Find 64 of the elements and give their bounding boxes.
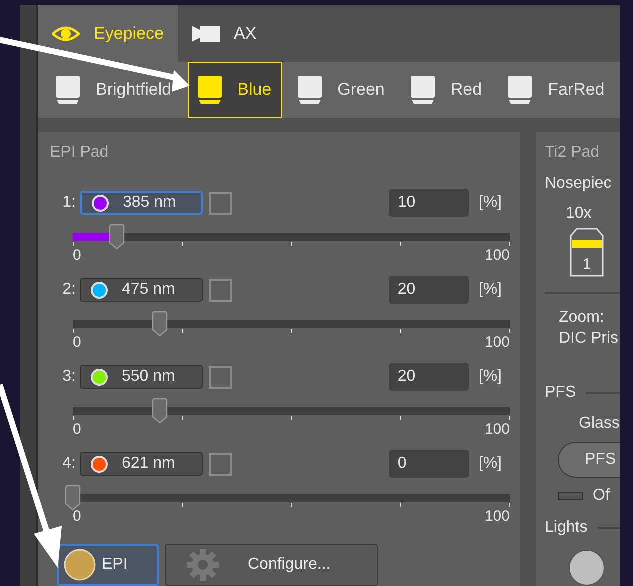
slider-thumb[interactable] <box>152 398 168 424</box>
filter-button[interactable]: FarRed <box>498 62 615 118</box>
zoom-label: Zoom: <box>559 308 606 328</box>
value-field[interactable]: 20 <box>388 363 469 391</box>
filter-cube-icon <box>410 76 435 104</box>
scale-label: 0 <box>73 422 82 438</box>
objective-position: 1 <box>582 255 592 275</box>
wavelength-button[interactable]: 550 nm <box>80 365 203 389</box>
lamp-button[interactable] <box>569 550 605 586</box>
panel-title: EPI Pad <box>50 143 110 163</box>
value-field[interactable]: 10 <box>388 189 469 217</box>
filter-cube-icon <box>298 76 322 104</box>
unit-label: [%] <box>478 454 502 474</box>
filter-button[interactable]: Blue <box>188 62 282 118</box>
gear-icon <box>186 548 220 582</box>
value-field[interactable]: 20 <box>388 276 469 304</box>
wavelength-button[interactable]: 475 nm <box>80 278 203 302</box>
wavelength-button[interactable]: 385 nm <box>80 191 203 215</box>
nosepiece-label: Nosepiec <box>545 174 613 194</box>
scale-label: 100 <box>484 335 510 351</box>
epi-button[interactable]: EPI <box>57 544 159 586</box>
scale-label: 100 <box>484 422 510 438</box>
filter-cube-icon <box>56 76 80 104</box>
section-label: PFS <box>545 382 576 403</box>
checkbox[interactable] <box>209 366 232 388</box>
configure-button[interactable]: Configure... <box>165 544 378 586</box>
filter-button[interactable]: Green <box>288 62 395 118</box>
checkbox[interactable] <box>209 278 232 302</box>
status-label: Of <box>593 486 610 506</box>
wavelength-button[interactable]: 621 nm <box>80 452 203 476</box>
scale-label: 100 <box>484 248 510 264</box>
channel-index: 1: <box>62 193 77 213</box>
value-field[interactable]: 0 <box>388 450 469 478</box>
checkbox[interactable] <box>209 452 232 476</box>
checkbox[interactable] <box>209 192 232 214</box>
slider-thumb[interactable] <box>152 311 168 337</box>
filter-cube-icon <box>508 76 532 104</box>
scale-label: 100 <box>484 509 510 525</box>
glass-label: Glass <box>579 414 620 434</box>
section-label: Lights <box>545 518 588 538</box>
eye-icon <box>52 24 80 44</box>
slider-thumb[interactable] <box>108 224 125 250</box>
unit-label: [%] <box>478 280 502 300</box>
scale-label: 0 <box>73 248 82 264</box>
channel-index: 3: <box>62 367 77 387</box>
filter-button[interactable]: Brightfield <box>46 62 182 118</box>
unit-label: [%] <box>478 367 502 387</box>
objective-label: 10x <box>566 204 593 224</box>
tab[interactable]: AX <box>178 5 271 62</box>
channel-index: 4: <box>62 454 77 474</box>
objective-turret-icon <box>570 228 604 277</box>
filter-button[interactable]: Red <box>400 62 492 118</box>
filter-cube-icon <box>198 76 222 104</box>
scale-label: 0 <box>73 335 82 351</box>
channel-index: 2: <box>62 280 77 300</box>
panel-title: Ti2 Pad <box>545 143 601 163</box>
lamp-icon <box>64 549 96 581</box>
pfs-button[interactable]: PFS <box>558 442 620 478</box>
slider-thumb[interactable] <box>65 485 81 511</box>
tab[interactable]: Eyepiece <box>38 5 178 62</box>
dic-prism-label: DIC Pris <box>559 328 620 349</box>
unit-label: [%] <box>478 193 502 213</box>
scale-label: 0 <box>73 509 82 525</box>
camera-icon <box>192 24 220 44</box>
